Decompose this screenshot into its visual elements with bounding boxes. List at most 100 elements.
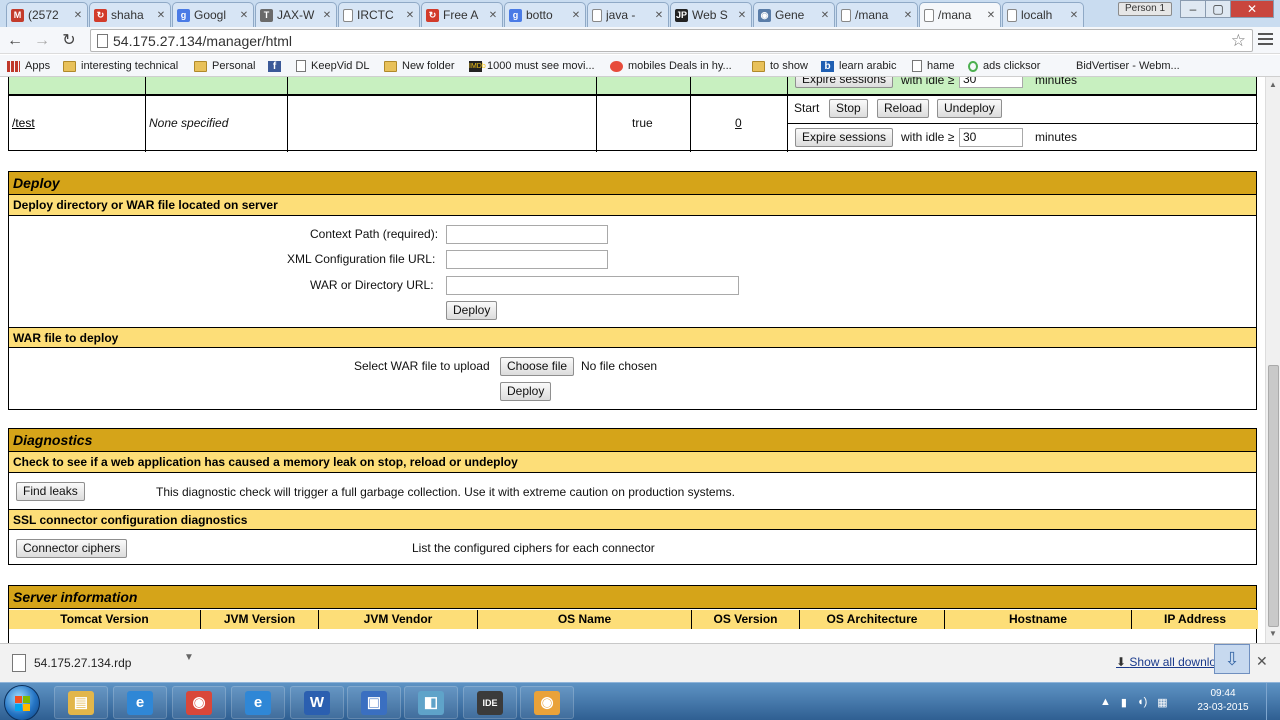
tab-12[interactable]: localh ✕ [1002,2,1084,27]
bookmark-label: New folder [402,60,455,72]
tab-close-icon[interactable]: ✕ [322,10,332,21]
app-sessions-link[interactable]: 0 [735,116,742,130]
app-path-link[interactable]: /test [12,116,35,130]
scroll-thumb[interactable] [1268,365,1279,627]
download-item[interactable]: 54.175.27.134.rdp [6,649,194,677]
chevron-down-icon[interactable]: ▼ [184,652,194,663]
tab-close-icon[interactable]: ✕ [156,10,166,21]
tab-10[interactable]: /mana ✕ [836,2,918,27]
tab-3[interactable]: T JAX-W ✕ [255,2,337,27]
deploy-button[interactable]: Deploy [446,301,498,320]
address-bar[interactable]: 54.175.27.134/manager/html ☆ [90,29,1253,52]
expire-sessions-button-prev[interactable]: Expire sessions [795,77,894,88]
tab-close-icon[interactable]: ✕ [488,10,498,21]
tab-5[interactable]: ↻ Free A ✕ [421,2,503,27]
context-path-input[interactable] [446,225,608,244]
server-info-header-1: JVM Version [201,610,319,629]
tab-9[interactable]: ◉ Gene ✕ [753,2,835,27]
idle-input-prev[interactable]: 30 [959,77,1023,88]
tab-11[interactable]: /mana ✕ [919,2,1001,27]
tab-6[interactable]: g botto ✕ [504,2,586,27]
network-icon[interactable]: ▦ [1157,696,1167,709]
close-icon[interactable]: ✕ [1256,653,1268,670]
idle-input[interactable]: 30 [959,128,1023,147]
bookmark-8[interactable]: to show [752,58,808,74]
bookmark-5[interactable]: New folder [384,58,455,74]
show-desktop-button[interactable] [1266,683,1280,720]
upload-deploy-button[interactable]: Deploy [500,382,552,401]
bookmark-star-icon[interactable]: ☆ [1231,30,1246,52]
bookmark-3[interactable]: f [268,58,286,74]
tab-1[interactable]: ↻ shaha ✕ [89,2,171,27]
file-icon [12,654,26,672]
address-url[interactable]: 54.175.27.134/manager/html [113,33,292,49]
idle-label: with idle ≥ [901,130,955,144]
page-icon [97,34,108,48]
battery-icon[interactable]: ▮ [1121,696,1127,709]
bookmark-2[interactable]: Personal [194,58,255,74]
stop-button[interactable]: Stop [829,99,868,118]
taskbar-app-6[interactable]: ◧ [404,686,458,719]
bookmark-9[interactable]: b learn arabic [821,58,896,74]
connector-ciphers-button[interactable]: Connector ciphers [16,539,128,558]
tab-close-icon[interactable]: ✕ [986,10,996,21]
scroll-up-icon[interactable]: ▲ [1269,80,1277,89]
clock[interactable]: 09:44 23-03-2015 [1190,687,1256,715]
tab-close-icon[interactable]: ✕ [73,10,83,21]
taskbar-app-7[interactable]: IDE [463,686,517,719]
find-leaks-button[interactable]: Find leaks [16,482,85,501]
taskbar-app-1[interactable]: e [113,686,167,719]
bookmark-12[interactable]: BidVertiser - Webm... [1076,58,1180,74]
forward-icon[interactable]: → [31,30,53,52]
minutes-label-prev: minutes [1035,77,1078,87]
expire-sessions-button[interactable]: Expire sessions [795,128,894,147]
tab-0[interactable]: M (2572 ✕ [6,2,88,27]
reload-button[interactable]: Reload [877,99,930,118]
choose-file-button[interactable]: Choose file [500,357,575,376]
tab-close-icon[interactable]: ✕ [903,10,913,21]
taskbar-app-8[interactable]: ◉ [520,686,574,719]
reload-icon[interactable]: ↻ [58,30,80,52]
tray-arrow-icon[interactable]: ▲ [1100,696,1111,708]
maximize-button[interactable]: ▢ [1205,0,1231,18]
scroll-down-icon[interactable]: ▼ [1269,629,1277,638]
start-button[interactable] [4,685,40,720]
person-button[interactable]: Person 1 [1118,2,1172,16]
volume-icon[interactable]: ◖) [1137,696,1147,708]
tab-7[interactable]: java - ✕ [587,2,669,27]
tab-close-icon[interactable]: ✕ [239,10,249,21]
back-icon[interactable]: ← [4,30,26,52]
taskbar-app-3[interactable]: e [231,686,285,719]
tab-4[interactable]: IRCTC ✕ [338,2,420,27]
xml-config-input[interactable] [446,250,608,269]
page-scrollbar[interactable]: ▲ ▼ [1265,77,1280,643]
close-window-button[interactable]: ✕ [1230,0,1274,18]
bookmark-0[interactable]: Apps [7,58,50,74]
tab-close-icon[interactable]: ✕ [1069,10,1079,21]
tab-8[interactable]: JP Web S ✕ [670,2,752,27]
bookmark-6[interactable]: IMDb 1000 must see movi... [469,58,595,74]
tab-label: (2572 [28,8,59,22]
tab-close-icon[interactable]: ✕ [571,10,581,21]
taskbar-app-4[interactable]: W [290,686,344,719]
taskbar-app-0[interactable]: ▤ [54,686,108,719]
taskbar-app-2[interactable]: ◉ [172,686,226,719]
imdb-icon: IMDb [469,60,486,72]
bookmark-1[interactable]: interesting technical [63,58,178,74]
undeploy-button[interactable]: Undeploy [937,99,1002,118]
tab-close-icon[interactable]: ✕ [737,10,747,21]
explorer-icon: ▤ [68,691,94,715]
war-url-input[interactable] [446,276,739,295]
tab-2[interactable]: g Googl ✕ [172,2,254,27]
tab-close-icon[interactable]: ✕ [654,10,664,21]
bookmark-10[interactable]: hame [912,58,955,74]
tab-close-icon[interactable]: ✕ [820,10,830,21]
bookmark-11[interactable]: ads clicksor [968,58,1040,74]
war-upload-title: WAR file to deploy [9,327,1256,348]
bookmark-4[interactable]: KeepVid DL [296,58,370,74]
minimize-button[interactable]: – [1180,0,1206,18]
chrome-menu-icon[interactable] [1258,33,1273,47]
taskbar-app-5[interactable]: ▣ [347,686,401,719]
bookmark-7[interactable]: mobiles Deals in hy... [610,58,732,74]
tab-close-icon[interactable]: ✕ [405,10,415,21]
